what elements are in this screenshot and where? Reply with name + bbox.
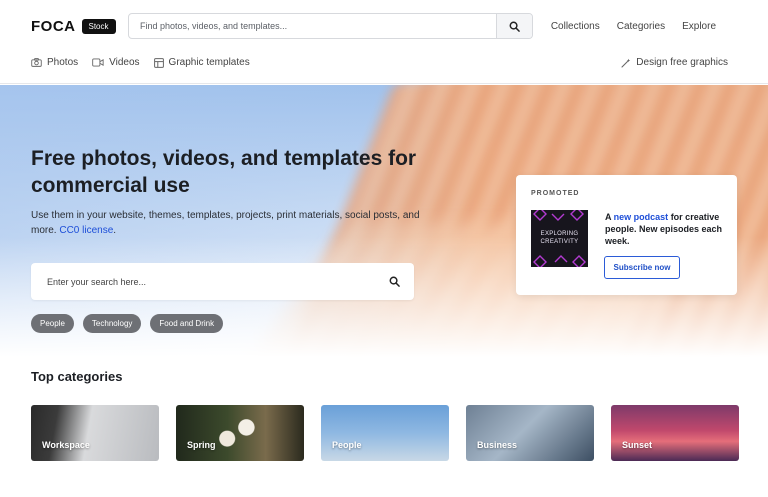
design-free-graphics-link[interactable]: Design free graphics	[621, 57, 728, 68]
site-header: FOCA Stock Collections Categories Explor…	[0, 0, 768, 84]
header-search-button[interactable]	[496, 14, 532, 38]
podcast-cover-image[interactable]: EXPLORING CREATIVITY	[531, 210, 588, 267]
hero-banner: Free photos, videos, and templates for c…	[0, 85, 768, 357]
search-icon	[509, 21, 520, 32]
media-type-nav: Photos Videos Graphic templates	[31, 57, 250, 68]
cc0-license-link[interactable]: CC0 license	[59, 225, 113, 236]
promoted-label: PROMOTED	[531, 190, 580, 197]
category-card-sunset[interactable]: Sunset	[611, 405, 739, 461]
category-label: Sunset	[622, 440, 653, 450]
brand-logo[interactable]: FOCA Stock	[31, 18, 116, 35]
magic-wand-icon	[621, 58, 631, 68]
new-podcast-link[interactable]: new podcast	[614, 212, 669, 222]
sub-nav-label: Graphic templates	[168, 57, 250, 68]
camera-icon	[31, 58, 42, 67]
popular-tags: People Technology Food and Drink	[31, 314, 224, 333]
video-icon	[92, 58, 104, 67]
tag-people[interactable]: People	[31, 314, 74, 333]
nav-categories[interactable]: Categories	[617, 21, 665, 32]
sub-nav-label: Photos	[47, 57, 79, 68]
promoted-card: PROMOTED EXPLORING CREATIVITY A new podc…	[516, 175, 737, 295]
brand-name: FOCA	[31, 18, 76, 35]
hero-search-button[interactable]	[374, 276, 414, 287]
sub-nav-label: Videos	[109, 57, 140, 68]
category-label: Workspace	[42, 440, 90, 450]
podcast-cover-title: EXPLORING CREATIVITY	[540, 231, 579, 245]
tag-food-and-drink[interactable]: Food and Drink	[150, 314, 224, 333]
top-categories-title: Top categories	[31, 369, 123, 384]
hero-search	[31, 263, 414, 300]
category-label: Business	[477, 440, 518, 450]
category-cards: Workspace Spring People Business Sunset	[31, 405, 739, 461]
template-icon	[153, 57, 164, 68]
subscribe-now-button[interactable]: Subscribe now	[604, 256, 680, 279]
promo-text-prefix: A	[605, 212, 614, 222]
search-icon	[389, 276, 400, 287]
category-label: People	[332, 440, 362, 450]
hero-desc-suffix: .	[113, 225, 117, 236]
category-card-spring[interactable]: Spring	[176, 405, 304, 461]
tag-technology[interactable]: Technology	[82, 314, 142, 333]
design-link-label: Design free graphics	[636, 57, 728, 68]
top-nav: Collections Categories Explore	[551, 21, 716, 32]
sub-nav-photos[interactable]: Photos	[31, 57, 78, 68]
nav-explore[interactable]: Explore	[682, 21, 716, 32]
category-card-business[interactable]: Business	[466, 405, 594, 461]
hero-title: Free photos, videos, and templates for c…	[31, 147, 417, 197]
hero-search-input[interactable]	[31, 276, 374, 287]
nav-collections[interactable]: Collections	[551, 21, 600, 32]
promo-text: A new podcast for creative people. New e…	[605, 211, 725, 247]
brand-badge: Stock	[81, 19, 116, 34]
sub-nav-graphic-templates[interactable]: Graphic templates	[153, 57, 250, 68]
sub-nav-videos[interactable]: Videos	[92, 57, 140, 68]
header-search-input[interactable]	[129, 14, 496, 38]
category-label: Spring	[187, 440, 216, 450]
header-search	[128, 13, 533, 39]
category-card-workspace[interactable]: Workspace	[31, 405, 159, 461]
hero-description: Use them in your website, themes, templa…	[31, 208, 421, 238]
category-card-people[interactable]: People	[321, 405, 449, 461]
